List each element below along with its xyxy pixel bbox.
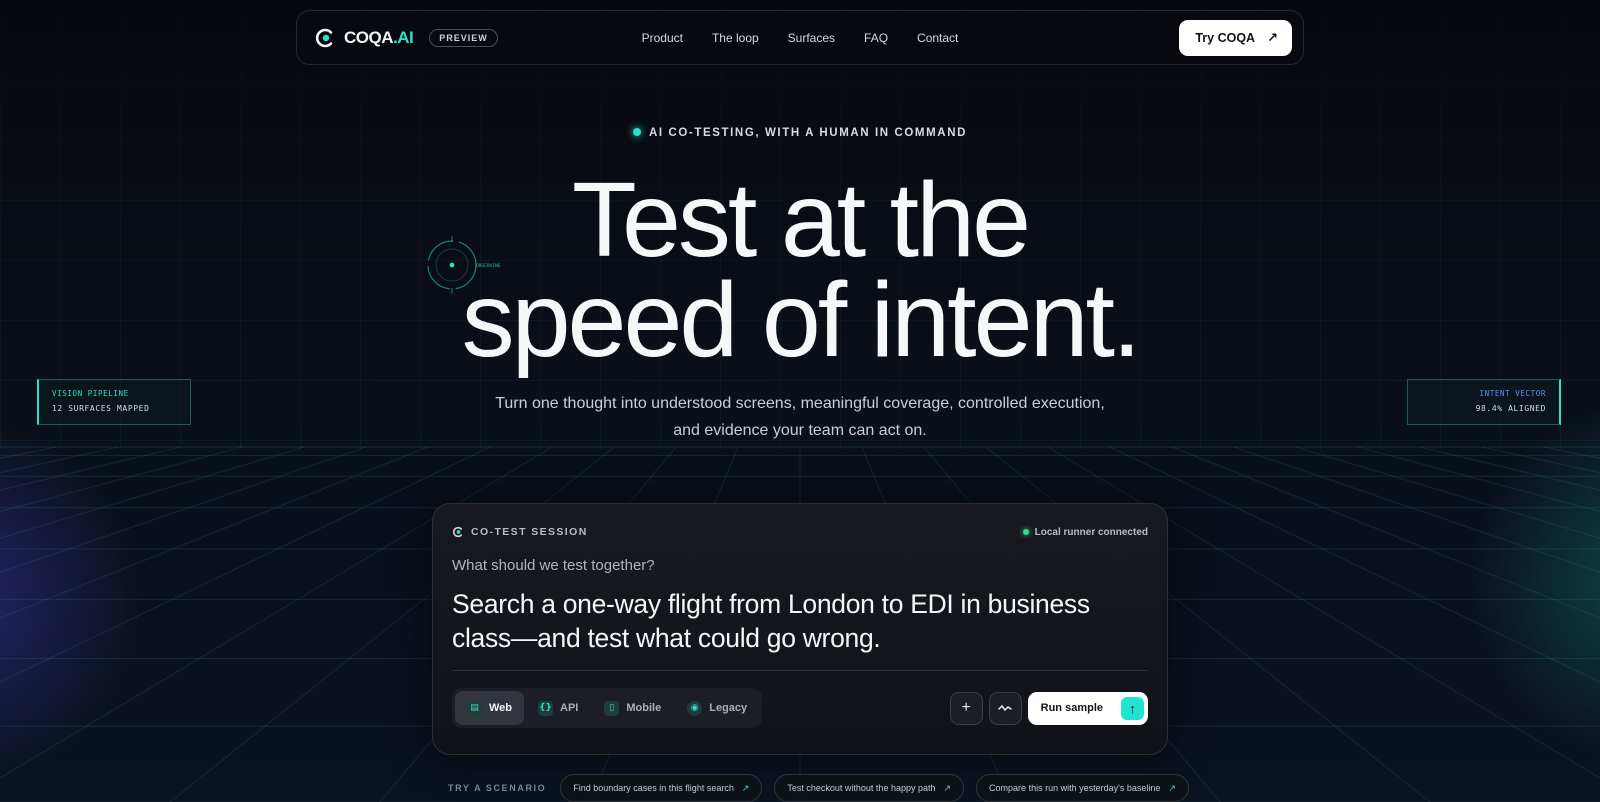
runner-status: Local runner connected xyxy=(1022,527,1148,538)
nav-link-faq[interactable]: FAQ xyxy=(864,31,888,45)
surface-api-tab[interactable]: {} API xyxy=(526,691,590,725)
panel-key: INTENT VECTOR xyxy=(1479,389,1546,398)
browser-icon: ▤ xyxy=(467,700,482,716)
arrow-up-right-icon: ↗ xyxy=(1168,782,1176,793)
arrow-up-right-icon: ↗ xyxy=(943,782,952,793)
surface-selector: ▤ Web {} API ▯ Mobile ◉ Legacy xyxy=(452,688,763,728)
scenario-label: TRY A SCENARIO xyxy=(448,783,547,793)
floor-grid-line xyxy=(0,446,305,539)
add-button[interactable]: + xyxy=(949,691,983,725)
session-header: CO-TEST SESSION Local runner connected xyxy=(452,504,1148,560)
hero-headline: Test at the speed of intent. xyxy=(0,167,1600,373)
top-nav: COQA.AI PREVIEW Product The loop Surface… xyxy=(296,10,1304,65)
floor-grid-line xyxy=(0,446,57,459)
scenario-suggestions: TRY A SCENARIO Find boundary cases in th… xyxy=(448,774,1189,802)
intent-vector-panel: INTENT VECTOR 98.4% ALIGNED xyxy=(1407,379,1561,425)
braces-icon: {} xyxy=(538,700,554,716)
session-controls: ▤ Web {} API ▯ Mobile ◉ Legacy + Run sam… xyxy=(452,688,1148,728)
floor-grid-line xyxy=(1233,446,1600,573)
try-coqa-button[interactable]: Try COQA ↗ xyxy=(1179,19,1292,56)
action-controls: + Run sample ↑ xyxy=(949,691,1148,725)
divider xyxy=(452,670,1148,671)
legacy-icon: ◉ xyxy=(687,700,703,716)
preview-badge: PREVIEW xyxy=(429,28,498,47)
scenario-chip[interactable]: Compare this run with yesterday's baseli… xyxy=(976,774,1189,802)
prompt-input[interactable]: Search a one-way flight from London to E… xyxy=(452,587,1148,657)
brand-name: COQA.AI xyxy=(344,27,414,47)
hud-label: OBSERVING xyxy=(476,263,501,269)
co-test-session-card: CO-TEST SESSION Local runner connected W… xyxy=(432,503,1168,755)
nav-links: Product The loop Surfaces FAQ Contact xyxy=(642,31,959,45)
nav-link-the-loop[interactable]: The loop xyxy=(712,31,759,45)
floor-grid-line xyxy=(1543,446,1600,459)
scenario-chip[interactable]: Test checkout without the happy path ↗ xyxy=(774,774,965,802)
floor-grid-line xyxy=(0,446,119,474)
floor-grid-line xyxy=(1481,446,1600,474)
panel-value: 98.4% ALIGNED xyxy=(1475,404,1546,413)
nav-link-product[interactable]: Product xyxy=(642,31,683,45)
vision-pipeline-panel: VISION PIPELINE 12 SURFACES MAPPED xyxy=(37,379,191,425)
brand[interactable]: COQA.AI PREVIEW xyxy=(314,27,498,49)
hero-eyebrow: AI CO-TESTING, WITH A HUMAN IN COMMAND xyxy=(0,127,1600,139)
floor-grid-line xyxy=(0,446,367,573)
surface-legacy-tab[interactable]: ◉ Legacy xyxy=(675,691,759,725)
run-sample-button[interactable]: Run sample ↑ xyxy=(1027,691,1148,725)
arrow-up-right-icon: ↗ xyxy=(1267,29,1278,45)
floor-grid-line xyxy=(1171,446,1600,619)
floor-grid-line xyxy=(1419,446,1600,491)
run-sample-label: Run sample xyxy=(1040,702,1103,714)
waveform-icon xyxy=(998,704,1012,712)
connected-dot-icon xyxy=(1022,529,1029,535)
arrow-up-icon: ↑ xyxy=(1121,696,1144,720)
floor-grid-line xyxy=(0,446,181,491)
panel-key: VISION PIPELINE xyxy=(52,389,129,398)
panel-value: 12 SURFACES MAPPED xyxy=(52,404,150,413)
status-dot-icon xyxy=(632,128,641,136)
arrow-up-right-icon: ↗ xyxy=(741,782,750,793)
phone-icon: ▯ xyxy=(604,700,620,716)
observing-reticle-icon: OBSERVING xyxy=(427,236,501,294)
coqa-logo-icon xyxy=(452,526,463,538)
floor-grid-line xyxy=(1109,446,1600,683)
surface-web-tab[interactable]: ▤ Web xyxy=(455,691,525,725)
try-coqa-label: Try COQA xyxy=(1195,30,1256,45)
prompt-question: What should we test together? xyxy=(452,557,655,574)
floor-grid-line xyxy=(0,446,491,683)
floor-grid-line xyxy=(0,446,429,619)
voice-button[interactable] xyxy=(988,691,1022,725)
nav-link-contact[interactable]: Contact xyxy=(917,31,958,45)
scenario-chip[interactable]: Find boundary cases in this flight searc… xyxy=(560,774,763,802)
session-title: CO-TEST SESSION xyxy=(452,526,588,538)
coqa-logo-icon xyxy=(315,28,333,47)
headline-line-2: speed of intent. xyxy=(461,261,1142,379)
floor-grid-line xyxy=(1295,446,1600,539)
hero-subtitle: Turn one thought into understood screens… xyxy=(495,395,1105,439)
nav-link-surfaces[interactable]: Surfaces xyxy=(788,31,835,45)
surface-mobile-tab[interactable]: ▯ Mobile xyxy=(592,691,673,725)
